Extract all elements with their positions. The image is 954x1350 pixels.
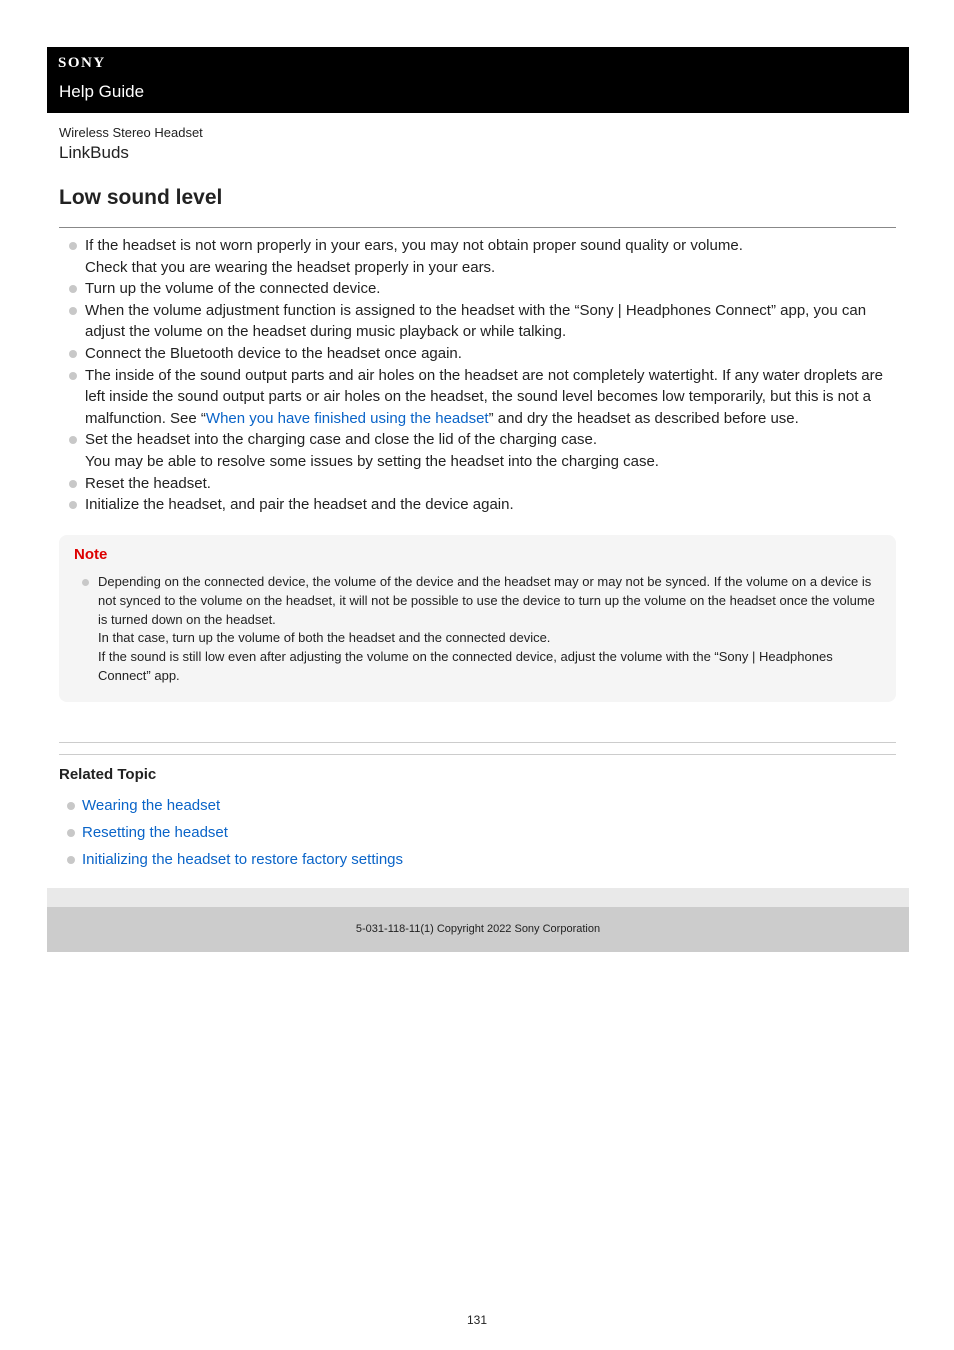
note-title: Note [74, 546, 108, 563]
note-box: Note Depending on the connected device, … [59, 535, 896, 702]
note-text: If the sound is still low even after adj… [98, 649, 833, 683]
bullet-icon [67, 856, 75, 864]
list-item: Reset the headset. [68, 473, 898, 495]
list-item: Set the headset into the charging case a… [68, 429, 898, 472]
product-name: LinkBuds [59, 143, 129, 162]
footer: 5-031-118-11(1) Copyright 2022 Sony Corp… [47, 907, 909, 952]
header-bar: SONY Help Guide [47, 47, 909, 113]
item-text: If the headset is not worn properly in y… [85, 237, 743, 254]
item-text: Turn up the volume of the connected devi… [85, 280, 381, 298]
note-text: Depending on the connected device, the v… [98, 574, 875, 627]
item-text: You may be able to resolve some issues b… [85, 452, 659, 470]
help-guide-label: Help Guide [59, 82, 145, 101]
link-wearing-headset[interactable]: Wearing the headset [82, 797, 220, 814]
footer-spacer [47, 888, 909, 907]
copyright-text: 5-031-118-11(1) Copyright 2022 Sony Corp… [355, 923, 601, 935]
note-list: Depending on the connected device, the v… [81, 573, 881, 686]
list-item: Connect the Bluetooth device to the head… [68, 343, 898, 365]
troubleshooting-list: If the headset is not worn properly in y… [68, 235, 898, 516]
section-divider [59, 742, 896, 743]
link-finished-using[interactable]: When you have finished using the headset [206, 410, 489, 427]
bullet-icon [69, 371, 77, 380]
bullet-icon [69, 501, 77, 510]
item-text: Connect the Bluetooth device to the head… [85, 344, 462, 362]
sony-logo: SONY [58, 55, 106, 71]
note-item: Depending on the connected device, the v… [81, 573, 881, 686]
bullet-icon [82, 579, 89, 586]
related-item: Wearing the headset [66, 792, 403, 819]
bullet-icon [67, 802, 75, 810]
related-topic-title: Related Topic [59, 766, 157, 783]
related-topic-list: Wearing the headset Resetting the headse… [66, 792, 403, 873]
section-divider [59, 754, 896, 755]
bullet-icon [69, 306, 77, 315]
bullet-icon [69, 349, 77, 358]
related-item: Initializing the headset to restore fact… [66, 846, 403, 873]
item-text: Set the headset into the charging case a… [85, 431, 598, 449]
link-resetting-headset[interactable]: Resetting the headset [82, 824, 228, 841]
product-type: Wireless Stereo Headset [59, 125, 203, 140]
note-text: In that case, turn up the volume of both… [98, 630, 551, 646]
link-initializing-headset[interactable]: Initializing the headset to restore fact… [82, 851, 403, 868]
bullet-icon [69, 436, 77, 445]
list-item: Turn up the volume of the connected devi… [68, 278, 898, 300]
list-item: When the volume adjustment function is a… [68, 300, 898, 343]
bullet-icon [69, 479, 77, 488]
item-text: Initialize the headset, and pair the hea… [85, 496, 514, 514]
item-text: Reset the headset. [85, 474, 211, 492]
title-divider [59, 227, 896, 228]
item-text: When the volume adjustment function is a… [85, 301, 867, 341]
page-title: Low sound level [59, 186, 223, 209]
list-item: The inside of the sound output parts and… [68, 365, 898, 430]
bullet-icon [69, 285, 77, 294]
item-text: ” and dry the headset as described befor… [488, 409, 799, 427]
bullet-icon [67, 829, 75, 837]
list-item: If the headset is not worn properly in y… [68, 235, 898, 278]
bullet-icon [69, 242, 77, 250]
list-item: Initialize the headset, and pair the hea… [68, 494, 898, 516]
page-number: 131 [466, 1313, 488, 1327]
item-text: Check that you are wearing the headset p… [85, 258, 496, 276]
related-item: Resetting the headset [66, 819, 403, 846]
